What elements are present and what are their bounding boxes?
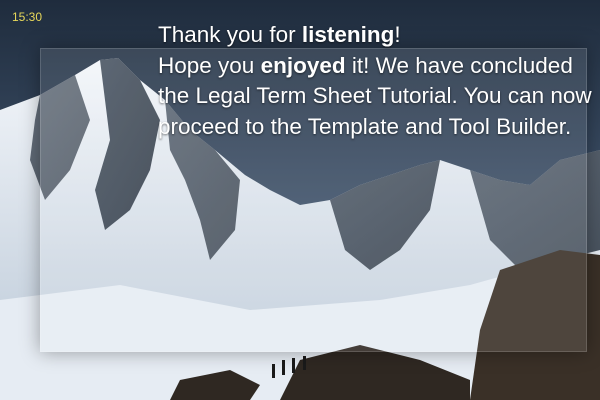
message-line1-bold: listening bbox=[301, 22, 395, 47]
clock-time: 15:30 bbox=[12, 10, 43, 24]
message-line2-prefix: Hope you bbox=[158, 52, 261, 78]
closing-message: Thank you for listening! Hope you enjoye… bbox=[158, 20, 594, 142]
message-line1-prefix: Thank you for bbox=[158, 22, 302, 47]
message-line1-suffix: ! bbox=[394, 22, 401, 47]
message-line2-bold: enjoyed bbox=[260, 52, 346, 78]
